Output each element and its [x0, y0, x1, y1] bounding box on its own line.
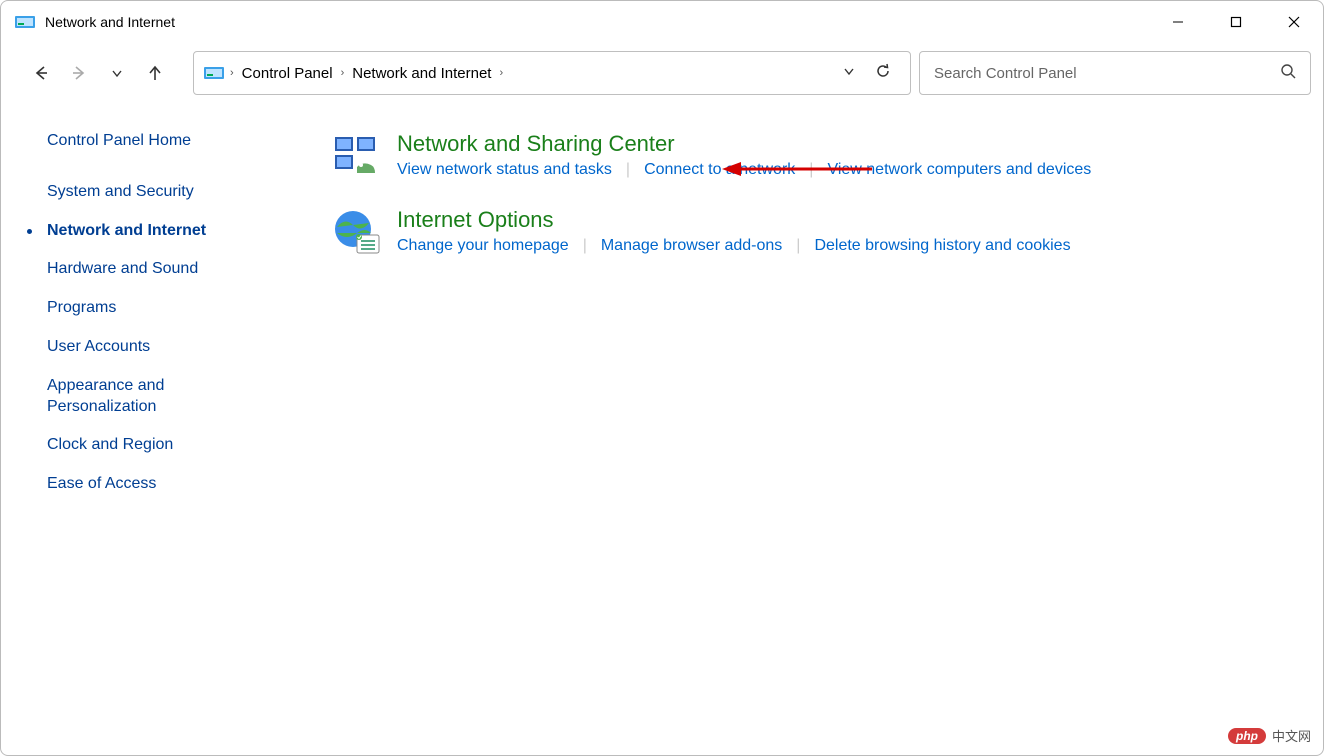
minimize-button[interactable]	[1149, 1, 1207, 43]
toolbar: › Control Panel › Network and Internet ›…	[1, 43, 1323, 103]
category-title-internet-options[interactable]: Internet Options	[397, 207, 1071, 233]
back-button[interactable]	[27, 59, 55, 87]
breadcrumb-item[interactable]: Network and Internet	[346, 65, 497, 82]
chevron-right-icon[interactable]: ›	[497, 67, 505, 79]
search-placeholder: Search Control Panel	[934, 65, 1077, 82]
breadcrumb-item[interactable]: Control Panel	[236, 65, 339, 82]
address-bar[interactable]: › Control Panel › Network and Internet ›	[193, 51, 911, 95]
forward-button[interactable]	[65, 59, 93, 87]
annotation-arrow-icon	[717, 159, 877, 183]
link-delete-history[interactable]: Delete browsing history and cookies	[814, 237, 1070, 255]
sidebar-item-hardware-sound[interactable]: Hardware and Sound	[47, 259, 301, 280]
watermark-text: 中文网	[1272, 726, 1311, 745]
sidebar: Control Panel Home System and Security N…	[1, 131, 301, 513]
control-panel-icon	[15, 14, 35, 30]
chevron-right-icon[interactable]: ›	[339, 67, 347, 79]
content-body: Control Panel Home System and Security N…	[1, 103, 1323, 513]
sidebar-item-network-internet[interactable]: Network and Internet	[47, 221, 301, 242]
separator: |	[782, 237, 814, 255]
sidebar-item-system-security[interactable]: System and Security	[47, 182, 301, 203]
sidebar-item-user-accounts[interactable]: User Accounts	[47, 337, 301, 358]
separator: |	[612, 161, 644, 179]
link-change-homepage[interactable]: Change your homepage	[397, 237, 569, 255]
titlebar: Network and Internet	[1, 1, 1323, 43]
maximize-button[interactable]	[1207, 1, 1265, 43]
internet-options-icon	[331, 207, 383, 259]
search-icon[interactable]	[1280, 63, 1296, 83]
window-title: Network and Internet	[45, 14, 175, 30]
link-view-network-status[interactable]: View network status and tasks	[397, 161, 612, 179]
network-sharing-icon	[331, 131, 383, 183]
category-title-network-sharing[interactable]: Network and Sharing Center	[397, 131, 1091, 157]
sidebar-item-clock-region[interactable]: Clock and Region	[47, 435, 301, 456]
separator: |	[569, 237, 601, 255]
recent-locations-dropdown[interactable]	[103, 59, 131, 87]
window-controls	[1149, 1, 1323, 43]
watermark: php 中文网	[1228, 726, 1311, 745]
watermark-badge: php	[1228, 728, 1266, 744]
sidebar-item-programs[interactable]: Programs	[47, 298, 301, 319]
category-internet-options: Internet Options Change your homepage | …	[331, 207, 1323, 259]
sidebar-item-appearance[interactable]: Appearance and Personalization	[47, 376, 227, 418]
address-icon	[204, 65, 224, 81]
address-dropdown-button[interactable]	[842, 64, 856, 82]
search-box[interactable]: Search Control Panel	[919, 51, 1311, 95]
sidebar-item-ease-access[interactable]: Ease of Access	[47, 474, 301, 495]
nav-buttons	[13, 59, 175, 87]
chevron-right-icon[interactable]: ›	[228, 67, 236, 79]
refresh-button[interactable]	[874, 62, 892, 84]
control-panel-home-link[interactable]: Control Panel Home	[47, 131, 301, 152]
close-button[interactable]	[1265, 1, 1323, 43]
link-manage-addons[interactable]: Manage browser add-ons	[601, 237, 782, 255]
main-content: Network and Sharing Center View network …	[301, 131, 1323, 513]
up-button[interactable]	[141, 59, 169, 87]
